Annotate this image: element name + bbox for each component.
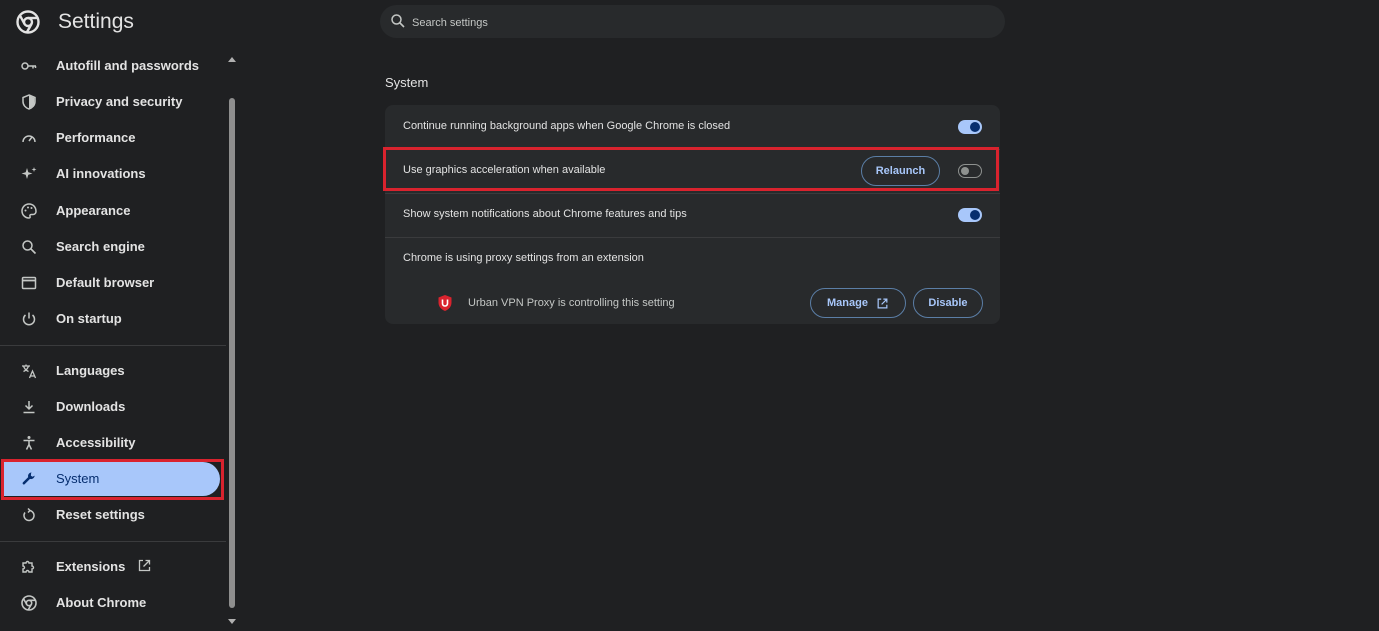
notifications-label: Show system notifications about Chrome f… (403, 208, 687, 220)
sidebar-item-label: Performance (56, 130, 136, 145)
sidebar-item-privacy[interactable]: Privacy and security (4, 85, 220, 119)
notifications-toggle[interactable] (958, 208, 982, 222)
open-in-new-icon (137, 558, 152, 573)
sidebar-item-performance[interactable]: Performance (4, 121, 220, 155)
page-title: Settings (58, 10, 134, 33)
sidebar-item-default-browser[interactable]: Default browser (4, 266, 220, 300)
sidebar-item-label: AI innovations (56, 166, 146, 181)
graphics-accel-toggle[interactable] (958, 164, 982, 178)
speedometer-icon (20, 129, 38, 147)
sidebar-item-extensions[interactable]: Extensions (4, 550, 220, 584)
palette-icon (20, 202, 38, 220)
sidebar-item-reset-settings[interactable]: Reset settings (4, 498, 220, 532)
sidebar-item-label: Autofill and passwords (56, 58, 200, 73)
proxy-label: Chrome is using proxy settings from an e… (403, 252, 644, 264)
sidebar-divider (0, 541, 226, 542)
power-icon (20, 310, 38, 328)
sidebar-divider (0, 345, 226, 346)
sidebar-item-label: Downloads (56, 399, 126, 414)
proxy-extension-text: Urban VPN Proxy is controlling this sett… (468, 297, 675, 309)
search-bar[interactable] (380, 5, 1005, 40)
background-apps-toggle[interactable] (958, 120, 982, 134)
browser-window-icon (20, 274, 38, 292)
download-icon (20, 398, 38, 416)
sidebar: Settings Autofill and passwords Privacy … (0, 0, 240, 624)
urban-vpn-shield-icon (437, 294, 453, 312)
sidebar-item-downloads[interactable]: Downloads (4, 390, 220, 424)
sidebar-item-accessibility[interactable]: Accessibility (4, 426, 220, 460)
sparkle-icon (20, 165, 38, 183)
toggle-knob (970, 122, 980, 132)
sidebar-item-label: Appearance (56, 203, 131, 218)
manage-button[interactable]: Manage (810, 288, 906, 318)
relaunch-button[interactable]: Relaunch (861, 156, 940, 186)
reset-icon (20, 506, 38, 524)
toggle-knob (961, 167, 969, 175)
sidebar-item-label: On startup (56, 311, 122, 326)
puzzle-piece-icon (20, 558, 38, 576)
key-icon (20, 57, 38, 75)
toggle-knob (970, 210, 980, 220)
chrome-icon (20, 594, 38, 612)
search-icon (390, 13, 406, 29)
search-icon (20, 238, 38, 256)
sidebar-item-label: About Chrome (56, 595, 147, 610)
sidebar-item-autofill[interactable]: Autofill and passwords (4, 49, 220, 83)
background-apps-label: Continue running background apps when Go… (403, 120, 731, 132)
notifications-row: Show system notifications about Chrome f… (385, 193, 1000, 237)
sidebar-item-on-startup[interactable]: On startup (4, 302, 220, 336)
sidebar-item-ai-innovations[interactable]: AI innovations (4, 157, 220, 191)
sidebar-item-label: Accessibility (56, 435, 136, 450)
manage-button-label: Manage (827, 297, 868, 309)
system-settings-card: Continue running background apps when Go… (385, 105, 1000, 324)
sidebar-item-about-chrome[interactable]: About Chrome (4, 586, 220, 620)
sidebar-item-label: Extensions (56, 559, 126, 574)
sidebar-item-label: Search engine (56, 239, 145, 254)
sidebar-item-languages[interactable]: Languages (4, 354, 220, 388)
accessibility-icon (20, 434, 38, 452)
section-title: System (385, 75, 429, 90)
graphics-accel-label: Use graphics acceleration when available (403, 164, 606, 176)
sidebar-item-appearance[interactable]: Appearance (4, 194, 220, 228)
sidebar-item-label: Default browser (56, 275, 155, 290)
sidebar-item-search-engine[interactable]: Search engine (4, 230, 220, 264)
disable-button[interactable]: Disable (913, 288, 983, 318)
sidebar-item-label: System (56, 471, 100, 486)
translate-icon (20, 362, 38, 380)
scroll-up-arrow-icon[interactable] (227, 50, 237, 62)
open-in-new-icon (876, 297, 889, 310)
background-apps-row: Continue running background apps when Go… (385, 105, 1000, 149)
sidebar-item-system[interactable]: System (4, 462, 220, 496)
wrench-icon (20, 470, 38, 488)
sidebar-item-label: Languages (56, 363, 125, 378)
proxy-row: Chrome is using proxy settings from an e… (385, 237, 1000, 281)
sidebar-scrollbar-thumb[interactable] (229, 98, 235, 608)
shield-icon (20, 93, 38, 111)
chrome-logo-icon (16, 9, 40, 35)
graphics-accel-row: Use graphics acceleration when available… (385, 149, 1000, 193)
sidebar-item-label: Reset settings (56, 507, 145, 522)
sidebar-item-label: Privacy and security (56, 94, 183, 109)
search-input[interactable] (410, 5, 994, 40)
scroll-down-arrow-icon[interactable] (227, 613, 237, 624)
